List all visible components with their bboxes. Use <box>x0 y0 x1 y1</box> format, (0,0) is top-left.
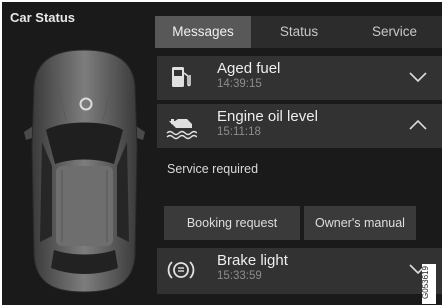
car-status-screen: Car Status Messages Status Service Aged … <box>2 2 442 305</box>
figure-code-text: G053619 <box>420 266 430 299</box>
tab-status[interactable]: Status <box>251 16 347 48</box>
message-row-engine-oil-level[interactable]: Engine oil level 15:11:18 <box>157 104 442 148</box>
brake-warning-icon <box>167 261 195 279</box>
message-time: 14:39:15 <box>217 78 262 90</box>
chevron-down-icon[interactable] <box>408 70 428 84</box>
message-row-brake-light[interactable]: Brake light 15:33:59 <box>157 248 442 294</box>
oil-level-icon <box>166 119 197 140</box>
fuel-cap-indicator-icon <box>79 97 93 111</box>
booking-request-button[interactable]: Booking request <box>164 206 300 240</box>
chevron-up-icon[interactable] <box>408 118 428 132</box>
app-title: Car Status <box>10 10 76 25</box>
message-title: Engine oil level <box>217 108 318 125</box>
message-time: 15:33:59 <box>217 270 262 282</box>
message-title: Brake light <box>217 252 288 269</box>
car-top-view <box>22 46 147 296</box>
figure-code-label: G053619 <box>420 264 436 304</box>
tab-service[interactable]: Service <box>347 16 442 48</box>
owners-manual-button[interactable]: Owner's manual <box>304 206 416 240</box>
tab-messages[interactable]: Messages <box>155 16 251 48</box>
fuel-pump-icon <box>172 67 191 87</box>
message-title: Aged fuel <box>217 60 281 77</box>
message-time: 15:11:18 <box>217 126 261 138</box>
message-detail-text: Service required <box>167 162 259 176</box>
tab-bar: Messages Status Service <box>155 16 442 48</box>
car-illustration <box>24 49 145 293</box>
message-row-aged-fuel[interactable]: Aged fuel 14:39:15 <box>157 56 442 100</box>
